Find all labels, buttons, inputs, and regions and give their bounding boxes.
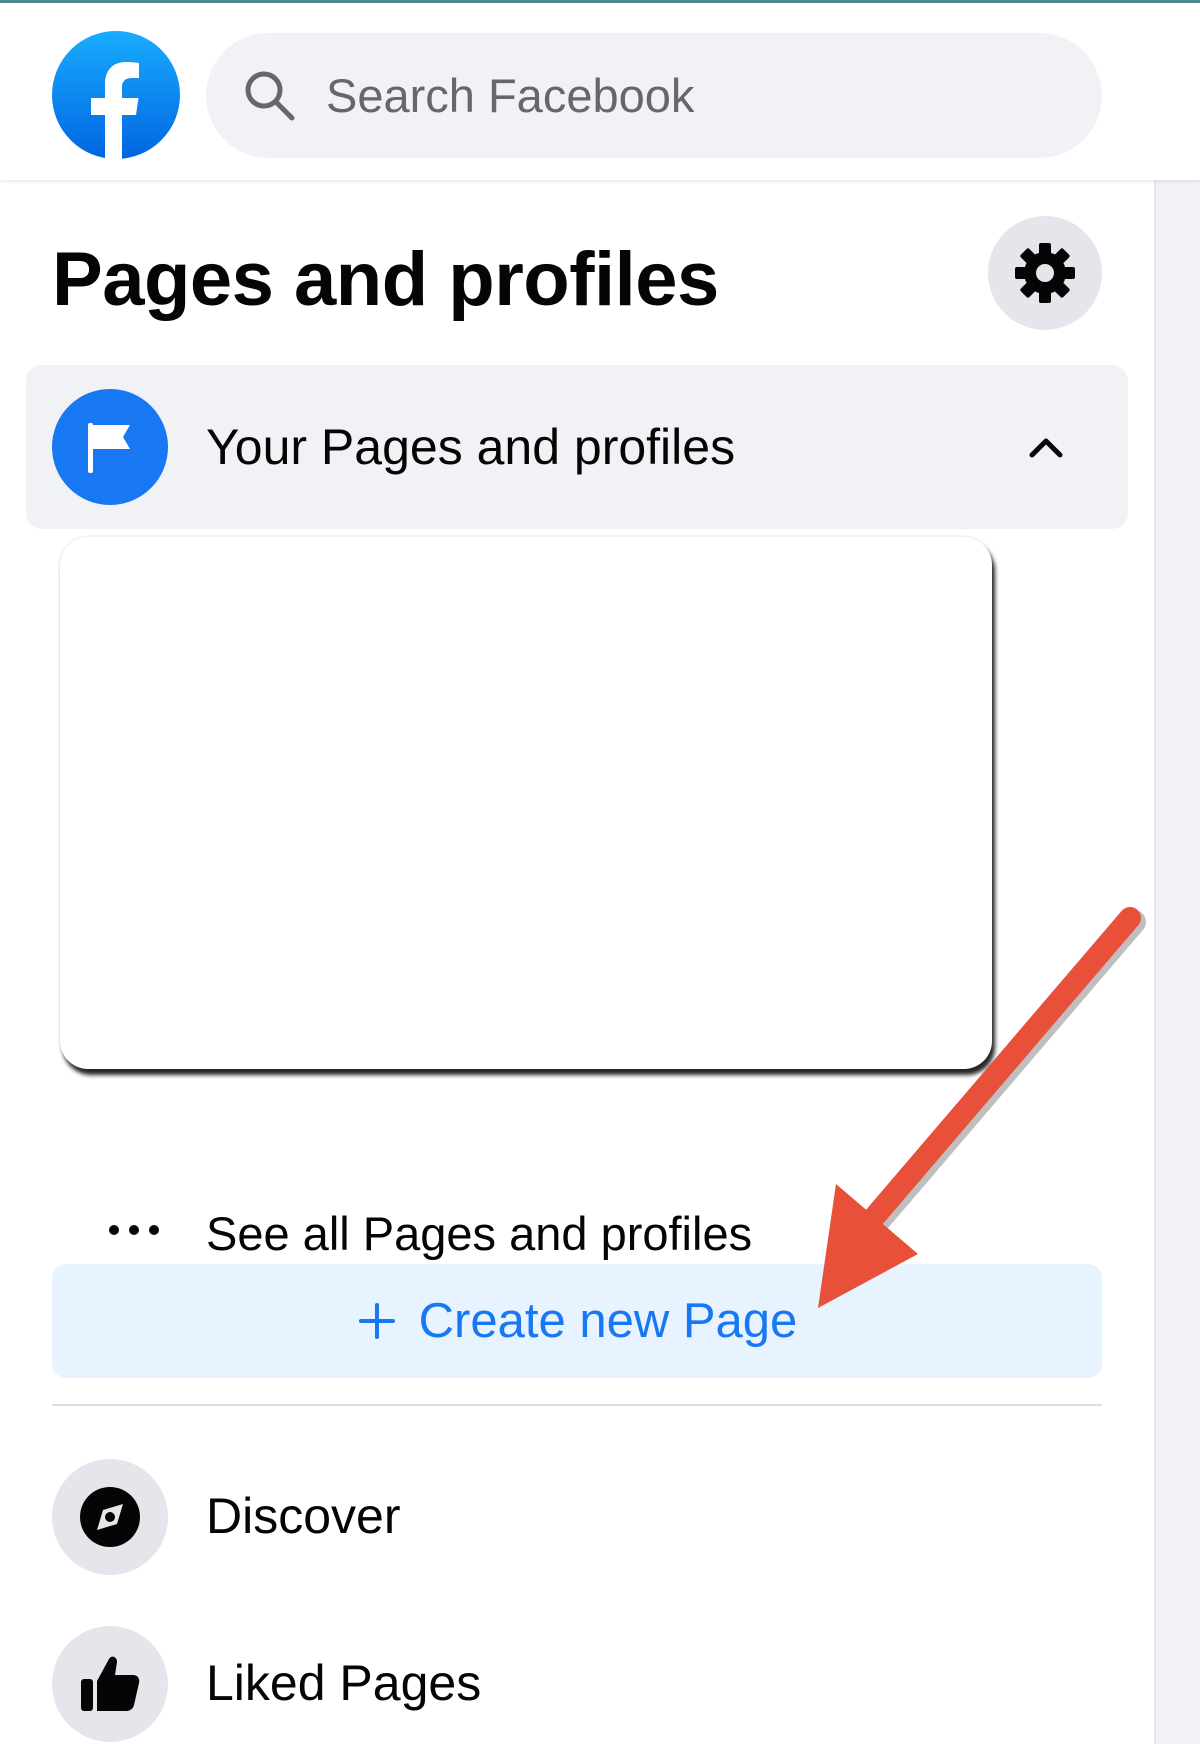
your-pages-label: Your Pages and profiles (206, 419, 736, 475)
facebook-logo-icon[interactable] (52, 31, 180, 159)
compass-icon (80, 1487, 140, 1547)
pages-sidebar: Pages and profiles Your Pages and profil… (0, 180, 1154, 1744)
search-icon (245, 71, 295, 120)
settings-button[interactable] (988, 216, 1102, 330)
see-all-label: See all Pages and profiles (206, 1207, 753, 1260)
nav-item-label: Discover (206, 1488, 401, 1544)
gear-icon (1015, 243, 1075, 303)
nav-item-liked-pages[interactable]: Liked Pages (52, 1626, 1102, 1744)
your-pages-section-header[interactable]: Your Pages and profiles (26, 365, 1128, 529)
create-new-page-button[interactable]: Create new Page (52, 1264, 1102, 1378)
chevron-up-icon[interactable] (1016, 417, 1076, 477)
nav-item-discover[interactable]: Discover (52, 1459, 1102, 1579)
content-area-edge (1154, 180, 1200, 1744)
plus-icon (358, 1303, 395, 1339)
discover-icon-badge (52, 1459, 168, 1575)
search-input[interactable] (326, 68, 1046, 123)
section-divider (52, 1404, 1102, 1406)
page-title: Pages and profiles (52, 237, 719, 322)
flag-icon (88, 423, 130, 473)
liked-pages-icon-badge (52, 1626, 168, 1742)
top-bar (0, 3, 1200, 180)
more-dots-icon (109, 1225, 159, 1235)
flag-icon-badge (52, 389, 168, 505)
thumbs-up-icon (81, 1656, 140, 1711)
nav-item-label: Liked Pages (206, 1655, 482, 1711)
create-new-page-label: Create new Page (418, 1294, 798, 1348)
pages-list-card (60, 537, 992, 1069)
search-bar[interactable] (206, 33, 1102, 158)
